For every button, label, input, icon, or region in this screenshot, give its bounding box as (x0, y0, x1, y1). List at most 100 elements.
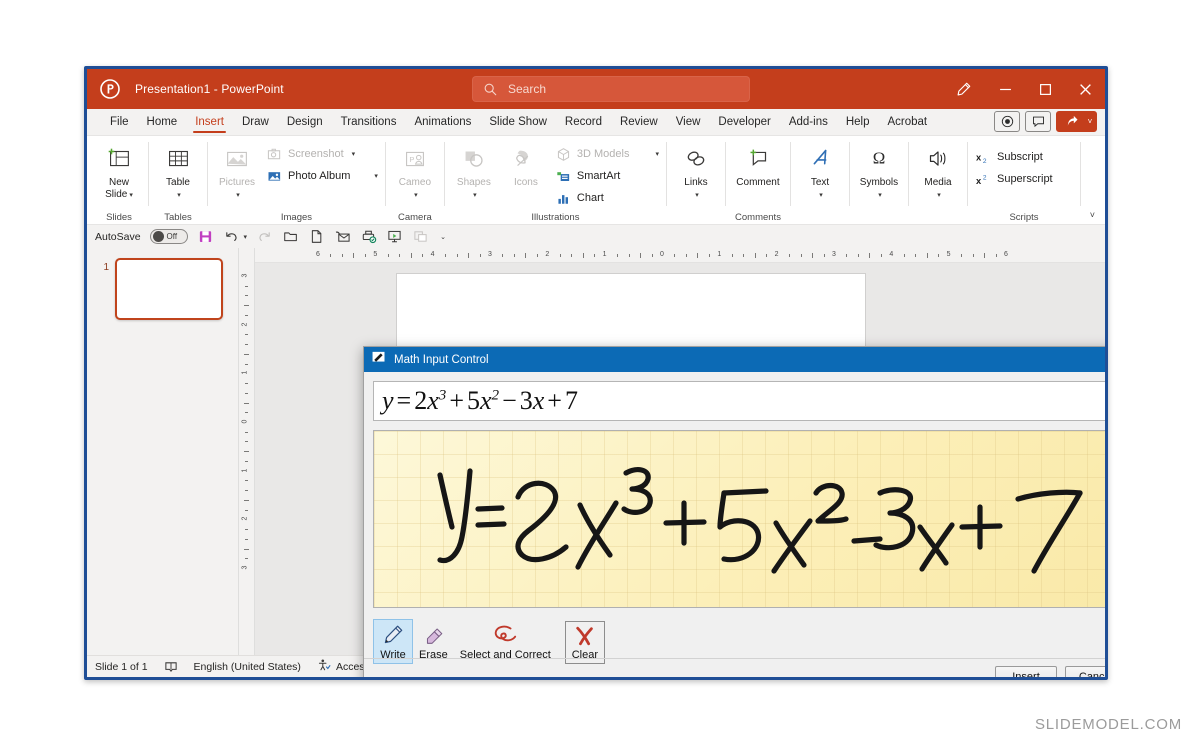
record-icon[interactable] (994, 111, 1020, 132)
table-button[interactable]: Table ▾ (152, 141, 204, 201)
slide-thumbnail[interactable] (115, 258, 223, 320)
new-slide-button[interactable]: New Slide ▾ (93, 141, 145, 201)
tab-record[interactable]: Record (556, 109, 611, 135)
cameo-icon: P (400, 144, 430, 174)
chevron-down-icon[interactable]: ▾ (819, 192, 823, 199)
links-button[interactable]: Links ▾ (670, 141, 722, 201)
tab-animations[interactable]: Animations (405, 109, 480, 135)
subscript-button[interactable]: x 2 Subscript (971, 146, 1057, 168)
tab-file[interactable]: File (101, 109, 138, 135)
shapes-icon (459, 144, 489, 174)
ink-pen-icon[interactable] (941, 69, 985, 109)
ruler-tick (869, 253, 871, 258)
ribbon-group-text: Text ▾ (794, 136, 846, 225)
chevron-down-icon[interactable]: ▾ (695, 192, 699, 199)
ruler-tick-label: 2 (545, 251, 550, 258)
slide-thumbnail-row[interactable]: 1 (87, 258, 238, 320)
cameo-button[interactable]: P Cameo ▾ (389, 141, 441, 201)
start-slideshow-icon[interactable] (386, 228, 403, 245)
quick-print-icon[interactable] (360, 228, 377, 245)
duplicate-icon[interactable] (412, 228, 429, 245)
more-commands-caret-icon[interactable]: ⌄ (440, 233, 446, 241)
ruler-tick (445, 254, 447, 257)
tab-view[interactable]: View (667, 109, 710, 135)
tab-developer[interactable]: Developer (709, 109, 779, 135)
superscript-label: Superscript (996, 173, 1053, 185)
symbols-button[interactable]: Ω Symbols ▾ (853, 141, 905, 201)
ink-strokes (437, 467, 1083, 574)
group-label-illustrations: Illustrations (531, 212, 580, 223)
autosave-toggle[interactable]: Off (149, 229, 188, 244)
cancel-button[interactable]: Cancel (1065, 666, 1105, 677)
comment-button[interactable]: Comment (729, 141, 787, 189)
ruler-tick (536, 254, 538, 257)
group-label-symbols (853, 210, 905, 225)
shapes-button[interactable]: Shapes ▾ (448, 141, 500, 201)
collapse-ribbon-button[interactable]: ˅ (1090, 210, 1095, 220)
chart-button[interactable]: Chart (552, 187, 663, 209)
share-caret-icon[interactable]: ˅ (1083, 111, 1097, 132)
group-separator (384, 142, 386, 206)
handwriting-canvas[interactable] (373, 430, 1105, 608)
3d-models-icon (556, 147, 571, 162)
chevron-down-icon[interactable]: ▾ (236, 192, 240, 199)
minimize-button[interactable] (985, 69, 1025, 109)
tab-transitions[interactable]: Transitions (332, 109, 406, 135)
ruler-tick (364, 254, 366, 257)
comment-bubble-icon[interactable] (1025, 111, 1051, 132)
ruler-tick (245, 490, 248, 492)
email-icon[interactable] (334, 228, 351, 245)
tab-design[interactable]: Design (278, 109, 332, 135)
slide-notes-icon[interactable] (164, 660, 178, 674)
chevron-down-icon[interactable]: ▾ (878, 192, 882, 199)
tab-help[interactable]: Help (837, 109, 879, 135)
tab-add-ins[interactable]: Add-ins (780, 109, 837, 135)
chevron-down-icon[interactable]: ▾ (414, 192, 418, 199)
tab-draw[interactable]: Draw (233, 109, 278, 135)
undo-caret-icon[interactable]: ▾ (244, 233, 248, 241)
chevron-down-icon[interactable]: ▾ (937, 192, 941, 199)
tab-insert[interactable]: Insert (186, 109, 233, 135)
close-button[interactable] (1065, 69, 1105, 109)
superscript-button[interactable]: x 2 Superscript (971, 168, 1057, 190)
chevron-down-icon[interactable]: ▾ (655, 150, 659, 158)
dialog-close-button[interactable] (1102, 347, 1105, 372)
insert-button[interactable]: Insert (995, 666, 1057, 677)
text-label: Text ▾ (810, 177, 830, 199)
chevron-down-icon[interactable]: ▾ (374, 172, 378, 180)
chevron-down-icon[interactable]: ▾ (352, 150, 356, 158)
search-icon (483, 82, 498, 97)
ruler-tick (468, 253, 470, 258)
undo-icon[interactable] (223, 228, 240, 245)
ruler-tick-label: 4 (889, 251, 894, 258)
search-box[interactable]: Search (472, 76, 750, 102)
chevron-down-icon[interactable]: ▾ (473, 192, 477, 199)
pictures-button[interactable]: Pictures ▾ (211, 141, 263, 201)
search-input[interactable]: Search (508, 82, 546, 96)
tab-slide-show[interactable]: Slide Show (480, 109, 556, 135)
save-icon[interactable] (197, 228, 214, 245)
redo-icon[interactable] (256, 228, 273, 245)
screenshot-button[interactable]: Screenshot ▾ (263, 143, 382, 165)
media-button[interactable]: Media ▾ (912, 141, 964, 201)
chevron-down-icon[interactable]: ▾ (177, 192, 181, 199)
text-button[interactable]: Text ▾ (794, 141, 846, 201)
language-indicator[interactable]: English (United States) (194, 661, 301, 673)
text-icon (805, 144, 835, 174)
ribbon: New Slide ▾ Slides Table ▾ Tables Pictur… (87, 135, 1105, 224)
chevron-down-icon[interactable]: ▾ (129, 192, 133, 199)
tab-review[interactable]: Review (611, 109, 667, 135)
open-icon[interactable] (282, 228, 299, 245)
maximize-button[interactable] (1025, 69, 1065, 109)
ruler-tick (903, 254, 905, 257)
tab-home[interactable]: Home (138, 109, 187, 135)
tab-acrobat[interactable]: Acrobat (879, 109, 937, 135)
screenshot-label: Screenshot (288, 148, 344, 160)
smartart-button[interactable]: SmartArt (552, 165, 663, 187)
new-file-icon[interactable] (308, 228, 325, 245)
icons-icon (511, 144, 541, 174)
icons-button[interactable]: Icons (500, 141, 552, 189)
ruler-tick-label: 2 (241, 322, 249, 327)
photo-album-button[interactable]: Photo Album ▾ (263, 165, 382, 187)
3d-models-button[interactable]: 3D Models ▾ (552, 143, 663, 165)
